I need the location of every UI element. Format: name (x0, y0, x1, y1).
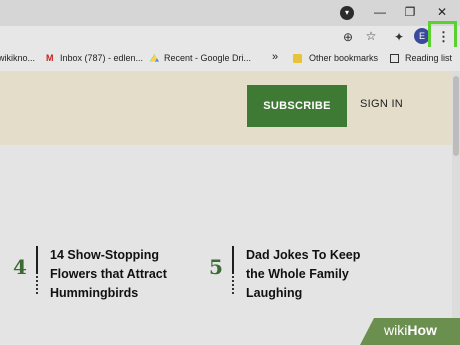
bookmark-star-icon[interactable]: ☆ (364, 29, 378, 43)
article-number: 4 (13, 255, 27, 279)
article-title[interactable]: Dad Jokes To Keep the Whole Family Laugh… (246, 246, 360, 303)
article-divider (232, 246, 234, 274)
article-title-line: Laughing (246, 286, 303, 300)
title-bar (0, 0, 460, 26)
article-divider-dots (232, 276, 234, 294)
vertical-scrollbar[interactable] (452, 71, 460, 345)
subscribe-button[interactable]: SUBSCRIBE (247, 85, 347, 127)
profile-menu-icon[interactable]: ▾ (340, 6, 354, 20)
scrollbar-thumb[interactable] (453, 76, 459, 156)
article-number: 5 (209, 255, 223, 279)
minimize-icon[interactable]: — (370, 3, 390, 21)
more-bookmarks-chevron[interactable]: » (272, 51, 278, 63)
zoom-icon[interactable]: ⊕ (341, 30, 355, 44)
page-content (0, 145, 452, 345)
bookmark-wikihow[interactable]: wikikno... (0, 53, 35, 63)
wikihow-logo-part1: wiki (384, 322, 408, 338)
article-title-line: the Whole Family (246, 267, 349, 281)
wikihow-logo-part2: How (407, 322, 437, 338)
folder-icon (293, 54, 302, 63)
article-title-line: 14 Show-Stopping (50, 248, 160, 262)
extensions-icon[interactable]: ✦ (392, 30, 406, 44)
article-title-line: Hummingbirds (50, 286, 139, 300)
browser-toolbar (0, 26, 460, 47)
article-title-line: Dad Jokes To Keep (246, 248, 361, 262)
bookmark-inbox[interactable]: Inbox (787) - edlen... (60, 53, 143, 63)
article-title[interactable]: 14 Show-Stopping Flowers that Attract Hu… (50, 246, 167, 303)
close-icon[interactable]: ✕ (432, 3, 452, 21)
restore-icon[interactable]: ❐ (400, 3, 420, 21)
gmail-icon: M (46, 53, 54, 63)
other-bookmarks[interactable]: Other bookmarks (309, 53, 378, 63)
reading-list-icon (390, 54, 399, 63)
wikihow-logo: wikiHow (384, 322, 437, 338)
bookmark-google-drive[interactable]: Recent - Google Dri... (164, 53, 251, 63)
reading-list[interactable]: Reading list (405, 53, 452, 63)
article-title-line: Flowers that Attract (50, 267, 167, 281)
sign-in-link[interactable]: SIGN IN (360, 98, 403, 110)
article-divider (36, 246, 38, 274)
article-divider-dots (36, 276, 38, 294)
